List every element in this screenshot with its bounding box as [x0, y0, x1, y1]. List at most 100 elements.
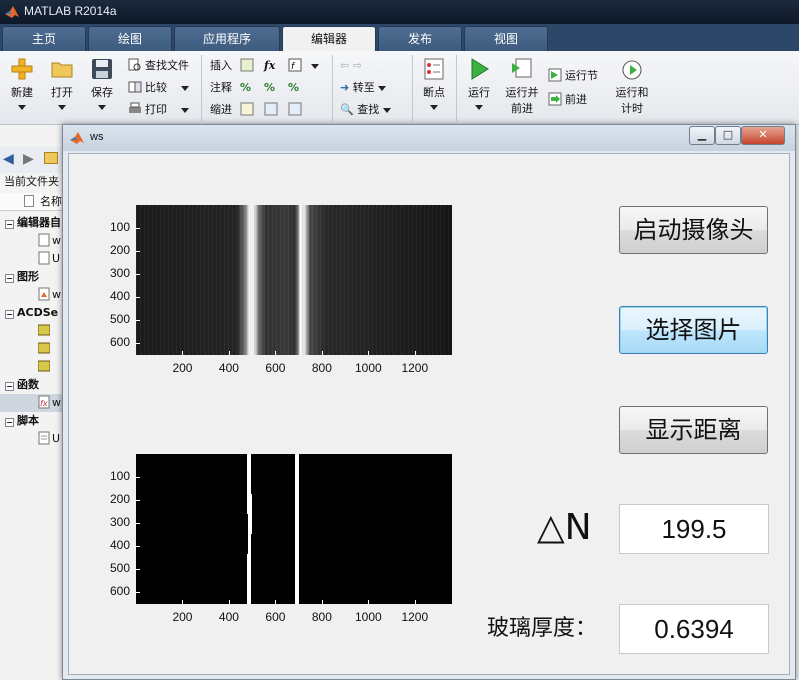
goto-button[interactable]: ➜ 转至	[340, 79, 387, 97]
xtick-mark-bottom	[228, 600, 230, 604]
current-folder-title: 当前文件夹	[4, 175, 59, 188]
glass-thickness-field[interactable]: 0.6394	[619, 604, 769, 654]
folder-up-icon[interactable]	[44, 152, 58, 164]
file-item[interactable]: w	[0, 232, 64, 250]
decrease-indent-button[interactable]	[288, 101, 305, 119]
xtick-label-bottom: 1000	[354, 610, 382, 624]
ytick-mark-top	[136, 251, 140, 253]
file-item[interactable]	[0, 358, 64, 376]
xtick-label-top: 1000	[354, 361, 382, 375]
run-and-advance-button[interactable]: 运行并 前进	[500, 57, 544, 116]
file-item[interactable]: U	[0, 430, 64, 448]
run-button[interactable]: 运行	[462, 57, 496, 113]
start-camera-button[interactable]: 启动摄像头	[619, 206, 768, 254]
tab-home[interactable]: 主页	[2, 26, 86, 51]
xtick-label-top: 600	[265, 361, 286, 375]
tab-view[interactable]: 视图	[464, 26, 548, 51]
run-section-icon	[548, 68, 562, 82]
chevron-down-icon	[58, 105, 66, 110]
find-files-button[interactable]: 查找文件	[128, 57, 189, 75]
forward-arrow-icon[interactable]: ▶	[23, 151, 34, 167]
section-label: 函数	[17, 378, 39, 391]
insert-function-button[interactable]: fx	[264, 57, 275, 75]
section-label: 脚本	[17, 414, 39, 427]
compare-button[interactable]: 比较	[128, 79, 189, 97]
compare-label: 比较	[145, 81, 167, 94]
save-button[interactable]: 保存	[84, 57, 120, 113]
function-browser-icon: f	[288, 58, 302, 72]
xtick-label-top: 200	[172, 361, 193, 375]
ytick-mark-bottom	[136, 546, 140, 548]
binary-image-axes[interactable]	[136, 454, 452, 604]
ytick-label-bottom: 600	[109, 584, 130, 599]
run-advance-icon	[512, 58, 532, 78]
matlab-logo-icon	[70, 132, 84, 144]
insert-label: 插入	[210, 59, 232, 72]
name-column-header[interactable]: 名称	[0, 193, 64, 211]
figure-titlebar[interactable]: ws ▁ □ ✕	[63, 125, 795, 151]
chevron-down-icon	[378, 86, 387, 91]
open-button[interactable]: 打开	[44, 57, 80, 113]
image-file-icon	[38, 342, 50, 354]
xtick-mark-top	[321, 351, 323, 355]
xtick-mark-top	[182, 351, 184, 355]
original-image-axes[interactable]	[136, 205, 452, 355]
file-item[interactable]: w	[0, 286, 64, 304]
section-scripts[interactable]: − 脚本	[0, 412, 64, 430]
folder-icon	[51, 62, 73, 78]
file-icon	[38, 233, 50, 247]
binary-image	[136, 454, 452, 604]
find-button[interactable]: 🔍 查找	[340, 101, 391, 119]
chevron-down-icon	[475, 105, 483, 110]
delta-n-field[interactable]: 199.5	[619, 504, 769, 554]
section-acdsee[interactable]: − ACDSe	[0, 304, 64, 322]
function-browser-button[interactable]: f	[288, 57, 319, 75]
section-editor-autosave[interactable]: − 编辑器自	[0, 214, 64, 232]
xtick-mark-bottom	[275, 600, 277, 604]
forward-arrow-icon: ⇨	[352, 59, 362, 72]
run-section-button[interactable]: 运行节	[548, 67, 598, 85]
show-distance-button[interactable]: 显示距离	[619, 406, 768, 454]
file-item-selected[interactable]: fx w	[0, 394, 64, 412]
minimize-button[interactable]: ▁	[689, 126, 715, 145]
breakpoints-button[interactable]: 断点	[416, 57, 452, 113]
tab-publish[interactable]: 发布	[378, 26, 462, 51]
new-label: 新建	[11, 86, 33, 99]
advance-button[interactable]: 前进	[548, 91, 587, 109]
smart-indent-button[interactable]	[240, 101, 257, 119]
wrap-comment-button[interactable]: %	[288, 79, 299, 97]
select-image-button[interactable]: 选择图片	[619, 306, 768, 354]
tab-apps[interactable]: 应用程序	[174, 26, 280, 51]
compare-icon	[128, 81, 142, 93]
save-icon	[92, 59, 112, 79]
maximize-button[interactable]: □	[715, 126, 741, 145]
uncomment-button[interactable]: %	[264, 79, 275, 97]
section-figures[interactable]: − 图形	[0, 268, 64, 286]
increase-indent-button[interactable]	[264, 101, 281, 119]
figure-client-area: 启动摄像头 选择图片 显示距离 △N 199.5 玻璃厚度： 0.6394 10…	[68, 153, 790, 675]
collapse-icon: −	[5, 220, 14, 229]
file-item[interactable]	[0, 340, 64, 358]
print-label: 打印	[145, 103, 167, 116]
collapse-icon: −	[5, 274, 14, 283]
comment-button[interactable]: %	[240, 79, 251, 97]
ytick-mark-bottom	[136, 569, 140, 571]
back-forward-buttons[interactable]: ⇦ ⇨	[340, 57, 362, 75]
insert-section-button[interactable]	[240, 57, 257, 75]
xtick-label-bottom: 600	[265, 610, 286, 624]
run-time-label-line2: 计时	[621, 102, 643, 115]
close-button[interactable]: ✕	[741, 126, 785, 145]
run-and-time-button[interactable]: 运行和 计时	[610, 57, 654, 116]
file-item[interactable]	[0, 322, 64, 340]
goto-arrow-icon: ➜	[340, 81, 350, 94]
print-button[interactable]: 打印	[128, 101, 189, 119]
section-functions[interactable]: − 函数	[0, 376, 64, 394]
file-item[interactable]: U	[0, 250, 64, 268]
insert-section-icon	[240, 58, 254, 72]
new-button[interactable]: 新建	[4, 57, 40, 113]
advance-icon	[548, 92, 562, 106]
back-arrow-icon[interactable]: ◀	[3, 151, 14, 167]
current-folder-panel: ◀ ▶ 当前文件夹 名称 − 编辑器自 w U − 图形 w − ACDSe − 函数 …	[0, 125, 64, 680]
tab-plots[interactable]: 绘图	[88, 26, 172, 51]
tab-editor[interactable]: 编辑器	[282, 26, 376, 51]
